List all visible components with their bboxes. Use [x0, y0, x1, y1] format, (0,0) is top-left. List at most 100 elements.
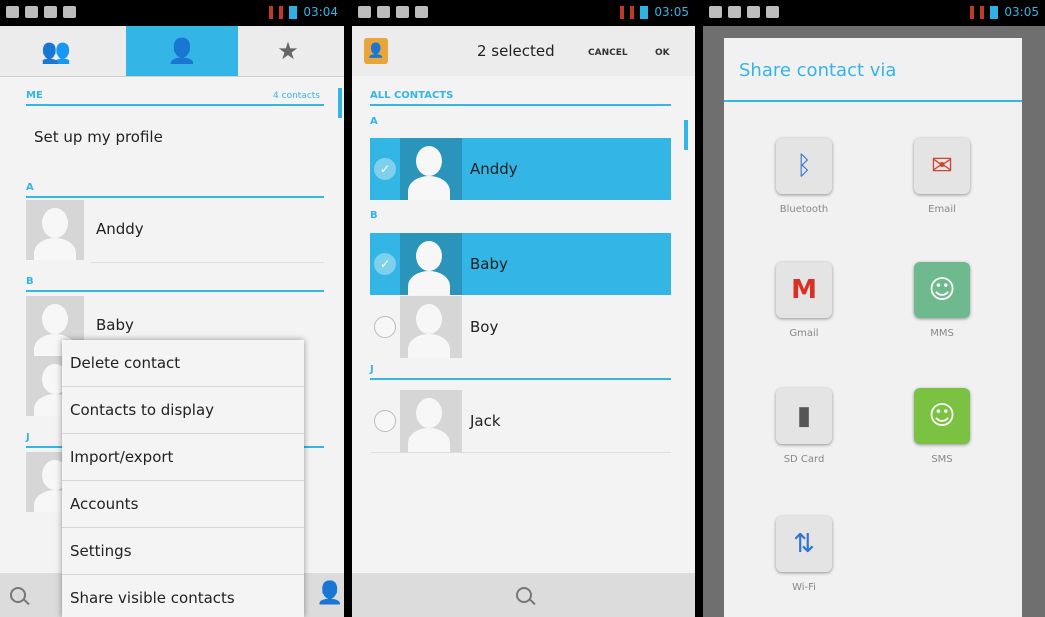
warning-icon: [747, 6, 760, 18]
cancel-button[interactable]: CANCEL: [588, 48, 628, 58]
share-option-sdcard[interactable]: ▮ SD Card: [749, 388, 859, 465]
signal-icon: [620, 5, 625, 19]
add-contact-icon[interactable]: 👤: [316, 581, 343, 606]
share-dialog: Share contact via ᛒ Bluetooth ✉ Email M …: [724, 38, 1022, 617]
action-bar: 👤 2 selected CANCEL OK: [352, 26, 695, 76]
share-option-mms[interactable]: ☺ MMS: [887, 262, 997, 339]
share-option-label: Wi-Fi: [792, 582, 816, 593]
status-time: 03:04: [303, 5, 338, 19]
unchecked-icon[interactable]: [374, 410, 396, 432]
status-time: 03:05: [654, 5, 689, 19]
tab-favorites[interactable]: ★: [232, 26, 344, 76]
star-icon: ★: [277, 37, 299, 65]
divider: [370, 452, 671, 453]
contact-row[interactable]: ✓ Anddy: [370, 138, 671, 200]
section-letter: B: [26, 276, 34, 287]
contact-avatar: [400, 296, 462, 358]
tab-contacts[interactable]: 👤: [126, 26, 238, 76]
contacts-count: 4 contacts: [273, 91, 320, 101]
menu-item-settings[interactable]: Settings: [62, 528, 304, 575]
divider: [90, 262, 324, 263]
contact-name: Jack: [470, 412, 501, 430]
status-time: 03:05: [1004, 5, 1039, 19]
contacts-screen: 03:04 👥 👤 ★ ME 4 contacts Set up my profi…: [0, 0, 344, 617]
status-bar: 03:05: [352, 0, 695, 26]
share-option-gmail[interactable]: M Gmail: [749, 262, 859, 339]
status-bar: 03:04: [0, 0, 344, 26]
section-label: ME: [26, 90, 43, 101]
section-header-j: J: [370, 364, 671, 380]
section-header-me: ME 4 contacts: [26, 90, 324, 106]
notification-icon: [415, 6, 428, 18]
battery-icon: [289, 5, 298, 19]
contact-row[interactable]: Jack: [370, 390, 671, 452]
scrollbar[interactable]: [338, 88, 342, 118]
checked-icon[interactable]: ✓: [374, 253, 396, 275]
selected-count[interactable]: 2 selected: [477, 42, 555, 60]
menu-item-accounts[interactable]: Accounts: [62, 481, 304, 528]
section-letter: A: [26, 182, 34, 193]
battery-icon: [990, 5, 999, 19]
notification-icon: [709, 6, 722, 18]
bottom-bar: [352, 573, 695, 617]
contact-avatar: [26, 200, 84, 260]
share-option-label: Email: [928, 204, 956, 215]
share-option-label: Bluetooth: [779, 204, 829, 215]
set-up-profile[interactable]: Set up my profile: [34, 128, 163, 146]
select-contacts-screen: 03:05 👤 2 selected CANCEL OK ALL CONTACT…: [352, 0, 695, 617]
contact-avatar: [400, 233, 462, 295]
contact-row[interactable]: Boy: [370, 296, 671, 358]
notification-icon: [358, 6, 371, 18]
share-option-email[interactable]: ✉ Email: [887, 138, 997, 215]
share-option-label: SD Card: [783, 454, 825, 465]
contacts-app-icon: 👤: [364, 38, 388, 64]
menu-item-share-visible-contacts[interactable]: Share visible contacts: [62, 575, 304, 617]
dialog-divider: [724, 100, 1022, 102]
notification-icon: [766, 6, 779, 18]
menu-item-import-export[interactable]: Import/export: [62, 434, 304, 481]
share-option-label: Gmail: [789, 328, 819, 339]
contact-name[interactable]: Anddy: [96, 220, 144, 238]
person-icon: 👤: [167, 37, 197, 65]
section-letter: J: [26, 432, 30, 443]
scrollbar[interactable]: [684, 120, 688, 150]
notification-icon: [728, 6, 741, 18]
tab-bar: 👥 👤 ★: [0, 26, 344, 77]
overflow-menu: Delete contact Contacts to display Impor…: [62, 340, 304, 617]
tab-groups[interactable]: 👥: [0, 26, 112, 76]
ok-button[interactable]: OK: [655, 48, 670, 58]
section-letter: B: [370, 210, 378, 221]
share-option-label: MMS: [930, 328, 954, 339]
notification-icon: [63, 6, 76, 18]
notification-icon: [6, 6, 19, 18]
gmail-icon: M: [776, 262, 832, 318]
menu-item-delete-contact[interactable]: Delete contact: [62, 340, 304, 387]
share-option-wifi[interactable]: ⇅ Wi-Fi: [749, 516, 859, 593]
share-screen: 03:05 Share contact via ᛒ Bluetooth ✉ Em…: [703, 0, 1045, 617]
status-bar: 03:05: [703, 0, 1045, 26]
unchecked-icon[interactable]: [374, 316, 396, 338]
contact-name: Anddy: [470, 160, 518, 178]
menu-item-contacts-to-display[interactable]: Contacts to display: [62, 387, 304, 434]
search-icon[interactable]: [516, 587, 532, 603]
warning-icon: [396, 6, 409, 18]
share-option-sms[interactable]: ☺ SMS: [887, 388, 997, 465]
signal-icon: [279, 5, 284, 19]
section-header-a: A: [370, 116, 671, 130]
share-option-label: SMS: [931, 454, 953, 465]
search-icon[interactable]: [10, 587, 26, 603]
checked-icon[interactable]: ✓: [374, 158, 396, 180]
contact-row[interactable]: ✓ Baby: [370, 233, 671, 295]
section-letter: J: [370, 364, 374, 375]
section-header-b: B: [370, 210, 671, 224]
share-option-bluetooth[interactable]: ᛒ Bluetooth: [749, 138, 859, 215]
contact-name[interactable]: Baby: [96, 316, 134, 334]
warning-icon: [44, 6, 57, 18]
groups-icon: 👥: [41, 37, 71, 65]
email-icon: ✉: [914, 138, 970, 194]
section-header-all: ALL CONTACTS: [370, 90, 671, 106]
bluetooth-icon: ᛒ: [776, 138, 832, 194]
sms-icon: ☺: [914, 388, 970, 444]
section-header-a: A: [26, 182, 324, 198]
section-letter: A: [370, 116, 378, 127]
